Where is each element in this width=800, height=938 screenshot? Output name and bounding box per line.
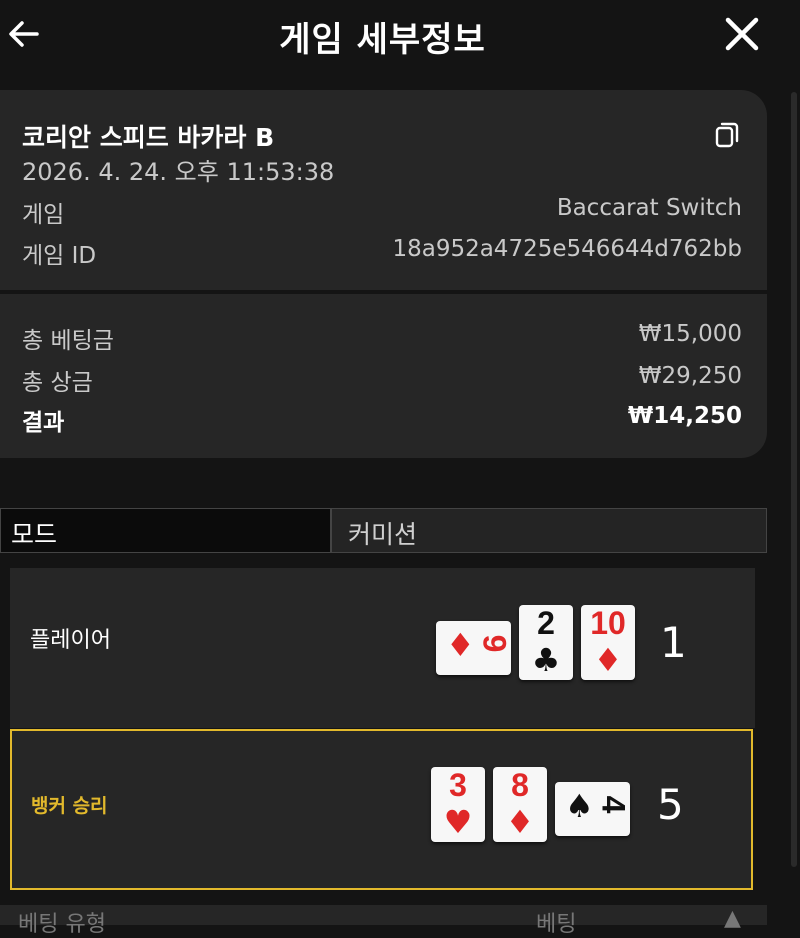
page-title: 게임 세부정보 [279,20,486,60]
game-type-label: 게임 [22,202,65,228]
game-name: 코리안 스피드 바카라 B [22,123,275,152]
banker-card-3: ♠ 4 [555,782,630,836]
player-card-2-suit: ♣ [531,641,561,679]
player-card-1-suit: ♦ [446,626,475,664]
bet-table-header [0,905,767,925]
banker-card-2-suit: ♦ [505,803,535,841]
mode-value-cell: 커미션 [331,508,767,553]
result-value: ₩14,250 [627,403,742,429]
player-label: 플레이어 [30,628,111,653]
banker-card-1: 3 ♥ [431,767,485,842]
copy-button[interactable] [712,120,742,150]
game-id-label: 게임 ID [22,243,97,269]
total-payout-value: ₩29,250 [638,363,742,389]
player-panel [10,568,755,728]
player-card-3-rank: 10 [590,605,626,641]
close-button[interactable] [722,14,762,54]
banker-card-1-suit: ♥ [443,803,473,841]
total-bet-value: ₩15,000 [638,321,742,347]
game-datetime: 2026. 4. 24. 오후 11:53:38 [22,158,335,186]
total-payout-label: 총 상금 [22,370,93,396]
banker-panel [10,729,753,890]
result-label: 결과 [22,410,65,436]
banker-card-2: 8 ♦ [493,767,547,842]
mode-label: 모드 [11,520,58,549]
game-id-value: 18a952a4725e546644d762bb [392,236,742,262]
mode-value: 커미션 [348,520,418,549]
player-card-3-suit: ♦ [593,641,623,679]
banker-card-3-rank: 4 [595,795,630,814]
total-bet-label: 총 베팅금 [22,328,114,354]
card-divider [0,290,767,294]
game-type-value: Baccarat Switch [556,195,742,221]
sort-arrow-icon[interactable]: ▲ [724,906,741,931]
player-score: 1 [660,618,687,667]
copy-icon [715,122,739,148]
banker-score: 5 [657,780,684,829]
player-card-1-rank: 9 [476,634,511,653]
player-card-2: 2 ♣ [519,605,573,680]
close-icon [725,17,759,51]
mode-label-cell: 모드 [0,508,331,553]
banker-card-1-rank: 3 [449,767,467,803]
bet-header: 베팅 [536,912,577,937]
banker-label: 뱅커 승리 [31,795,108,817]
banker-card-2-rank: 8 [511,767,529,803]
player-card-3: 10 ♦ [581,605,635,680]
bet-type-header: 베팅 유형 [18,912,106,937]
player-card-2-rank: 2 [537,605,555,641]
header: 게임 세부정보 [0,0,800,72]
scrollbar[interactable] [791,92,797,867]
player-card-1: ♦ 9 [436,621,511,675]
banker-card-3-suit: ♠ [565,787,594,825]
